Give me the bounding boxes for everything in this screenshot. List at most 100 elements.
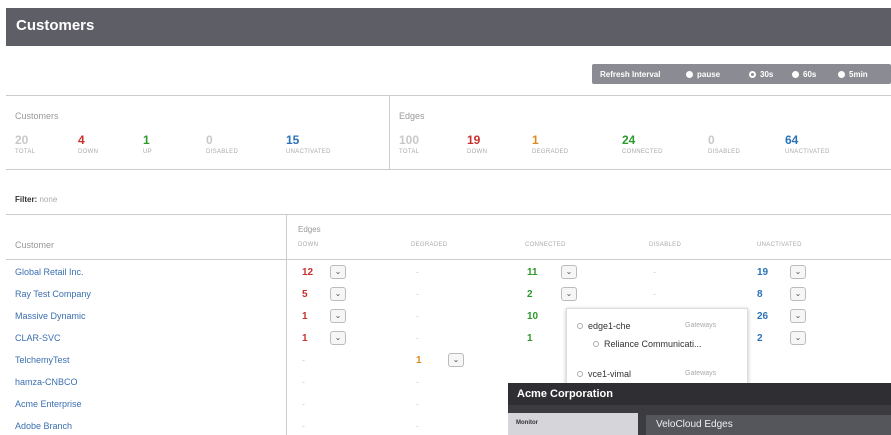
chevron-down-icon[interactable]: ⌄ [790, 287, 806, 301]
stat-caption: CONNECTED [622, 149, 663, 155]
column-header-degraded[interactable]: DEGRADED [411, 242, 447, 248]
radio-icon [838, 71, 845, 78]
divider [6, 95, 891, 96]
unactivated-count: 8 [757, 289, 763, 300]
refresh-option-label: 5min [849, 70, 868, 79]
customer-link[interactable]: TelchemyTest [15, 355, 70, 365]
stat-caption: TOTAL [399, 149, 420, 155]
column-header-connected[interactable]: CONNECTED [525, 242, 566, 248]
customers-disabled-stat[interactable]: 0 DISABLED [206, 134, 238, 156]
connected-count: 10 [527, 311, 539, 322]
table-row: Massive Dynamic 1 ⌄ - 10 26 ⌄ [6, 307, 891, 329]
edges-down-stat[interactable]: 19 DOWN [467, 133, 488, 156]
empty-cell: - [416, 399, 419, 409]
stat-caption: UP [143, 149, 152, 155]
column-header-customer[interactable]: Customer [15, 240, 54, 250]
edges-degraded-stat[interactable]: 1 DEGRADED [532, 134, 568, 156]
stat-caption: TOTAL [15, 149, 36, 155]
edges-total-stat[interactable]: 100 TOTAL [399, 133, 420, 156]
chevron-down-icon[interactable]: ⌄ [330, 331, 346, 345]
customer-link[interactable]: Ray Test Company [15, 289, 91, 299]
empty-cell: - [302, 355, 305, 365]
customer-link[interactable]: hamza-CNBCO [15, 377, 78, 387]
edges-unactivated-stat[interactable]: 64 UNACTIVATED [785, 134, 830, 156]
panel-title: VeloCloud Edges [656, 419, 733, 430]
popover-item-edge[interactable]: edge1-che [577, 321, 631, 331]
refresh-option-pause[interactable]: pause [686, 70, 720, 79]
stat-value: 15 [286, 133, 300, 147]
edges-disabled-stat[interactable]: 0 DISABLED [708, 133, 740, 156]
filter[interactable]: Filter: none [15, 195, 57, 204]
refresh-option-5min[interactable]: 5min [838, 70, 868, 79]
empty-cell: - [416, 377, 419, 387]
divider [389, 95, 390, 169]
stat-caption: DOWN [78, 149, 99, 155]
customer-link[interactable]: Adobe Branch [15, 421, 72, 431]
edges-section-label: Edges [399, 111, 425, 121]
window-panel-header: VeloCloud Edges [646, 415, 891, 435]
empty-cell: - [653, 289, 656, 299]
stat-value: 4 [78, 133, 85, 147]
radio-icon [686, 71, 693, 78]
edges-connected-stat[interactable]: 24 CONNECTED [622, 134, 663, 156]
stat-value: 0 [708, 133, 715, 147]
empty-cell: - [302, 421, 305, 431]
divider [6, 169, 891, 170]
radio-icon [792, 71, 799, 78]
unactivated-count: 2 [757, 333, 763, 344]
chevron-down-icon[interactable]: ⌄ [561, 265, 577, 279]
unactivated-count: 19 [757, 267, 769, 278]
customer-link[interactable]: Massive Dynamic [15, 311, 86, 321]
chevron-down-icon[interactable]: ⌄ [790, 309, 806, 323]
refresh-option-30s[interactable]: 30s [749, 70, 773, 79]
popover-item-tag: Gateways [685, 370, 717, 377]
column-header-down[interactable]: DOWN [298, 242, 318, 248]
popover-item-label: vce1-vimal [588, 369, 632, 379]
stat-value: 100 [399, 133, 420, 147]
popover-item-label: Reliance Communicati... [604, 339, 702, 349]
customers-total-stat[interactable]: 20 TOTAL [15, 133, 36, 156]
connected-count: 1 [527, 333, 533, 344]
chevron-down-icon[interactable]: ⌄ [330, 265, 346, 279]
customer-link[interactable]: Acme Enterprise [15, 399, 82, 409]
refresh-option-60s[interactable]: 60s [792, 70, 816, 79]
divider [6, 214, 891, 215]
unactivated-count: 26 [757, 311, 769, 322]
stat-caption: DOWN [467, 149, 488, 155]
down-count: 1 [302, 333, 308, 344]
customer-link[interactable]: Global Retail Inc. [15, 267, 84, 277]
table-row: TelchemyTest - 1 ⌄ [6, 351, 891, 373]
down-count: 5 [302, 289, 308, 300]
customer-link[interactable]: CLAR-SVC [15, 333, 61, 343]
stat-value: 19 [467, 133, 481, 147]
chevron-down-icon[interactable]: ⌄ [448, 353, 464, 367]
refresh-option-label: 60s [803, 70, 817, 79]
customers-down-stat[interactable]: 4 DOWN [78, 133, 99, 156]
window-title: Acme Corporation [517, 388, 613, 400]
empty-cell: - [416, 267, 419, 277]
customers-unactivated-stat[interactable]: 15 UNACTIVATED [286, 133, 331, 156]
empty-cell: - [653, 267, 656, 277]
column-group-edges: Edges [298, 225, 321, 234]
circle-icon [577, 371, 583, 377]
customers-up-stat[interactable]: 1 UP [143, 134, 152, 156]
stat-value: 20 [15, 133, 29, 147]
divider [6, 259, 891, 260]
empty-cell: - [416, 289, 419, 299]
refresh-option-label: 30s [760, 70, 774, 79]
column-header-unactivated[interactable]: UNACTIVATED [757, 242, 802, 248]
chevron-down-icon[interactable]: ⌄ [561, 287, 577, 301]
popover-subitem[interactable]: Reliance Communicati... [593, 339, 702, 349]
column-header-disabled[interactable]: DISABLED [649, 242, 681, 248]
table-row: CLAR-SVC 1 ⌄ - 1 2 ⌄ [6, 329, 891, 351]
chevron-down-icon[interactable]: ⌄ [330, 287, 346, 301]
circle-icon [593, 341, 599, 347]
down-count: 12 [302, 267, 314, 278]
chevron-down-icon[interactable]: ⌄ [790, 265, 806, 279]
popover-item-tag: Gateways [685, 322, 717, 329]
page-header: Customers [6, 8, 891, 46]
chevron-down-icon[interactable]: ⌄ [330, 309, 346, 323]
popover-item-edge[interactable]: vce1-vimal [577, 369, 631, 379]
window-nav[interactable]: Monitor [508, 413, 638, 435]
chevron-down-icon[interactable]: ⌄ [790, 331, 806, 345]
